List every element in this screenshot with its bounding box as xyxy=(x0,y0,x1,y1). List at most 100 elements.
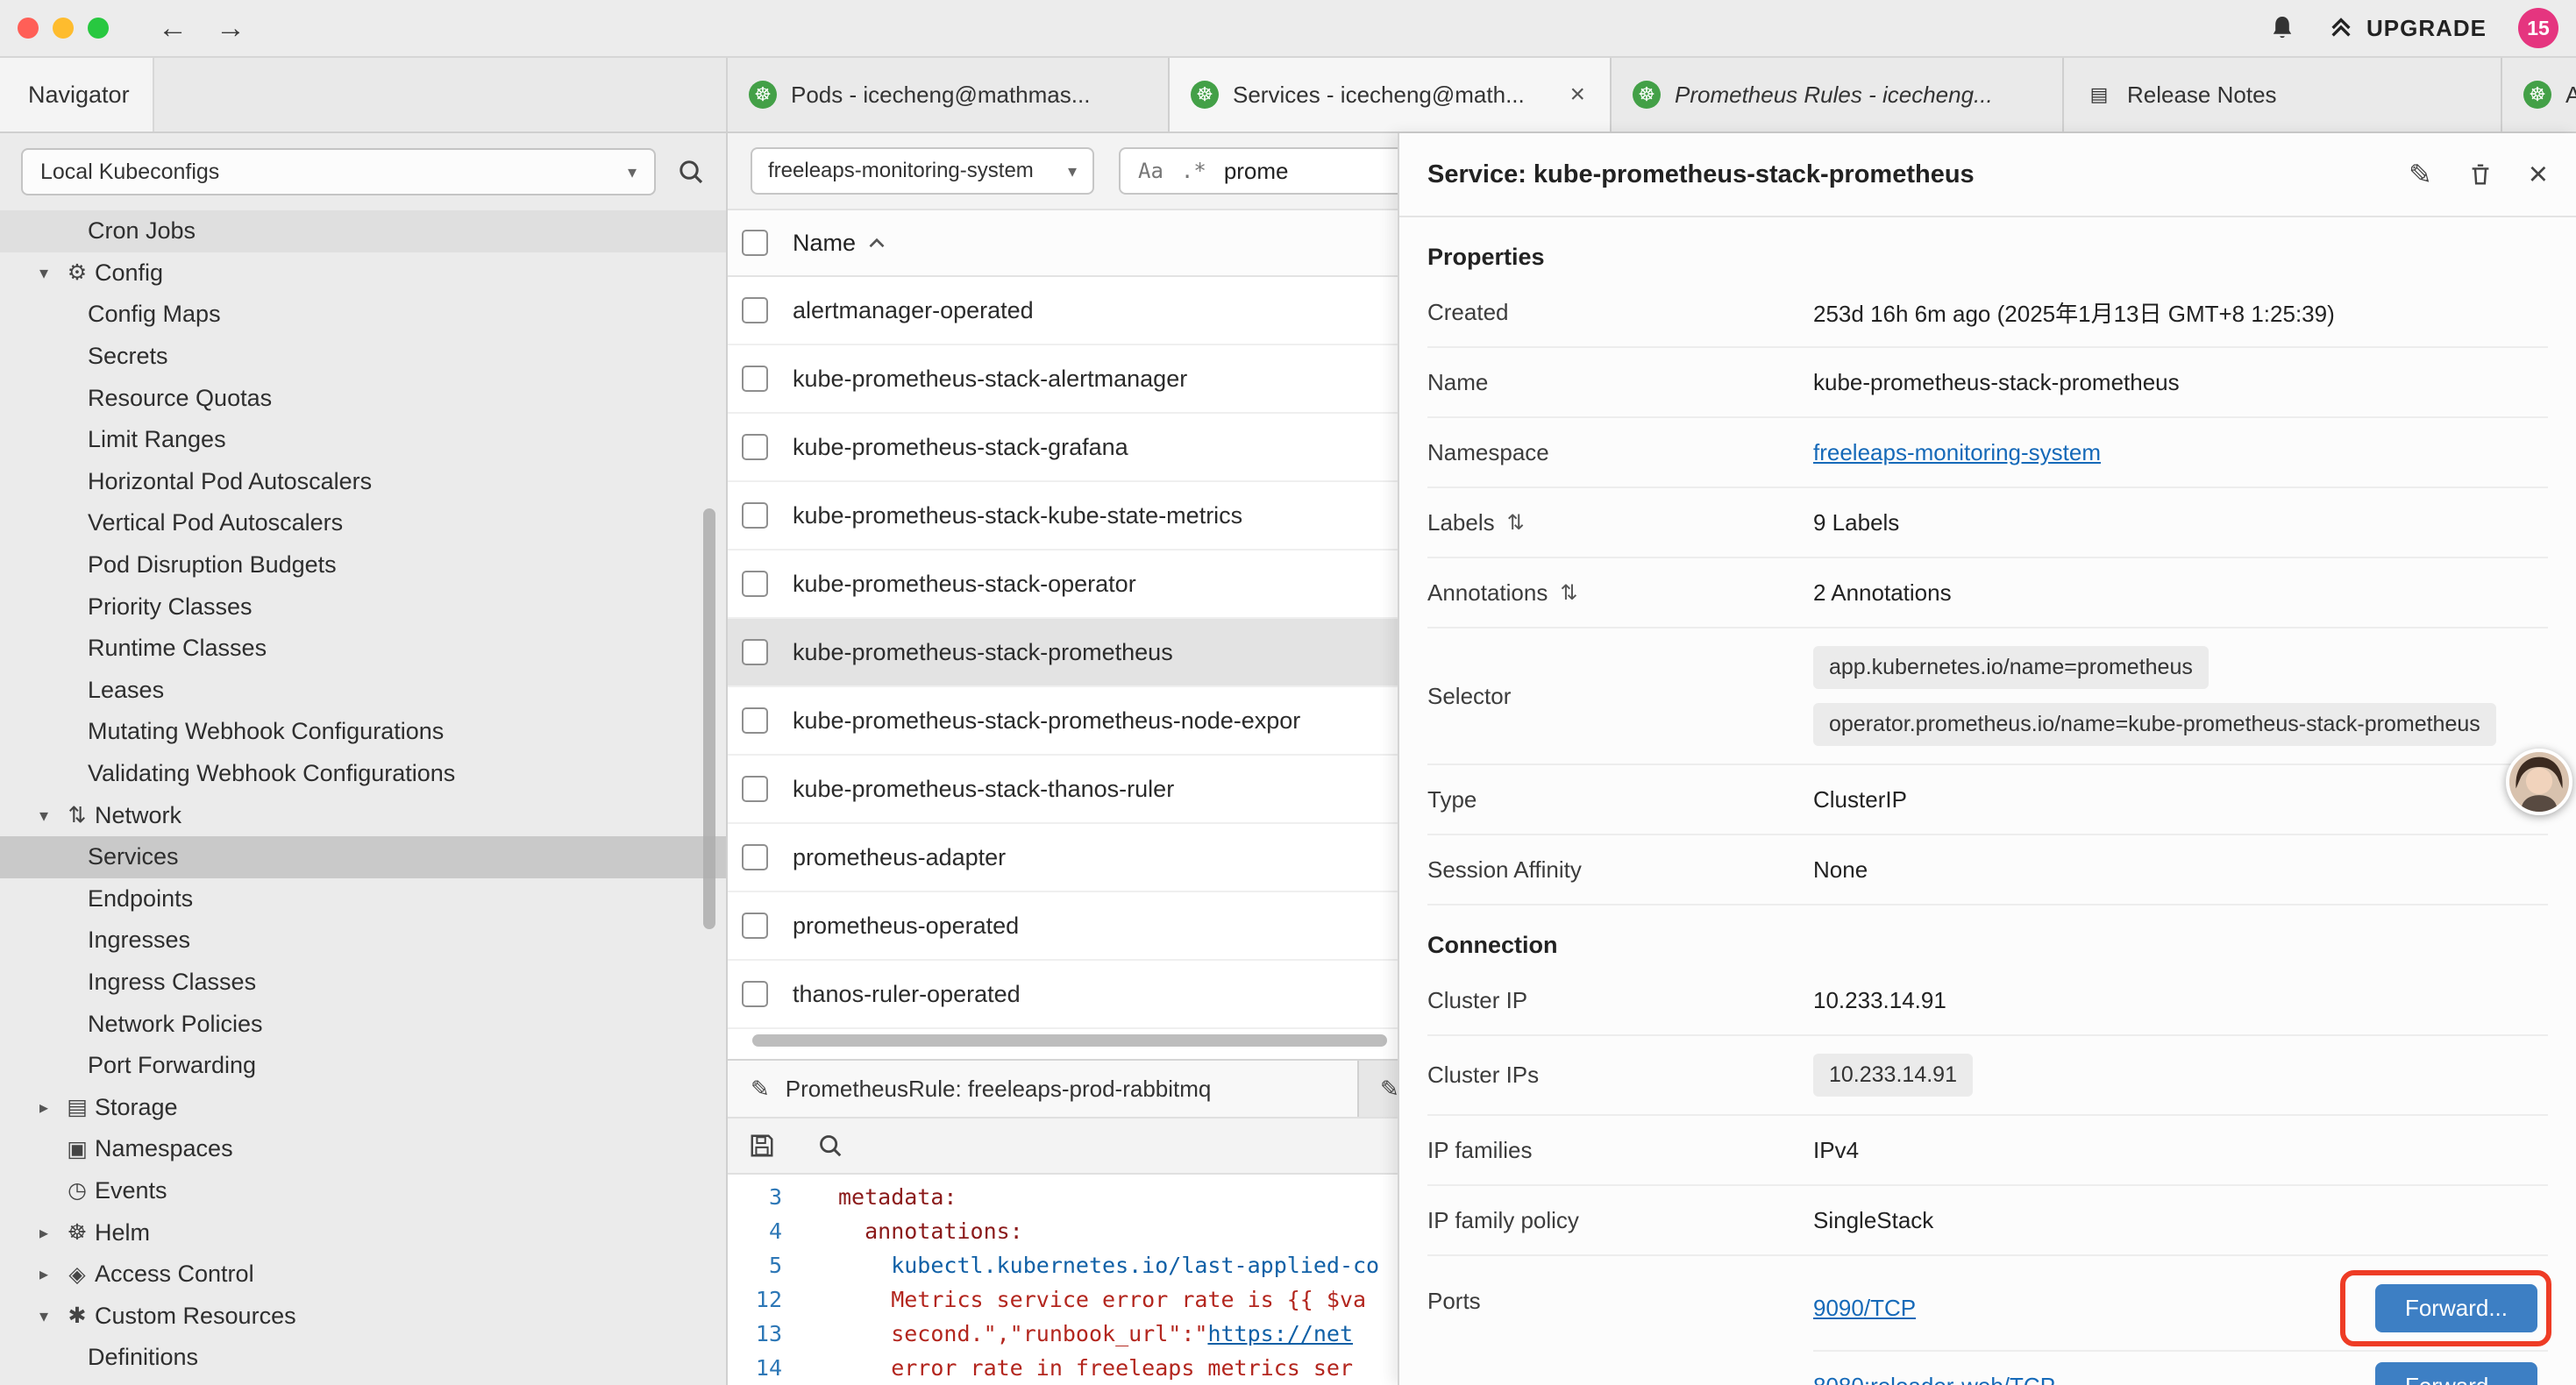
port-link[interactable]: 8080:reloader-web/TCP xyxy=(1813,1373,2055,1385)
row-checkbox[interactable] xyxy=(742,707,768,734)
tab-argo-s[interactable]: ☸ Argo S × xyxy=(2502,58,2576,131)
port-forward-button[interactable]: Forward... xyxy=(2375,1362,2537,1385)
port-row: 8080:reloader-web/TCP Forward... xyxy=(1813,1352,2548,1385)
labels-count: 9 Labels xyxy=(1813,509,2548,536)
sidebar-item-secrets[interactable]: Secrets xyxy=(0,336,726,378)
sidebar-item-label: Definitions xyxy=(88,1344,198,1371)
kubeconfig-select-value: Local Kubeconfigs xyxy=(40,160,219,185)
sidebar-item-config[interactable]: ▾ ⚙ Config xyxy=(0,252,726,295)
chevron-down-icon: ▾ xyxy=(628,161,637,183)
forward-button[interactable]: → xyxy=(216,11,246,46)
sidebar-item-events[interactable]: ◷ Events xyxy=(0,1170,726,1212)
close-window-button[interactable] xyxy=(18,18,39,39)
sidebar-item-ingresses[interactable]: Ingresses xyxy=(0,920,726,962)
row-checkbox[interactable] xyxy=(742,776,768,802)
sidebar-item-horizontal-pod-autoscalers[interactable]: Horizontal Pod Autoscalers xyxy=(0,461,726,503)
sidebar-item-label: Custom Resources xyxy=(95,1303,296,1330)
back-button[interactable]: ← xyxy=(158,11,188,46)
expand-toggle-icon[interactable]: ⇅ xyxy=(1507,510,1525,536)
service-details-panel: Service: kube-prometheus-stack-prometheu… xyxy=(1398,133,2576,1385)
port-forward-button[interactable]: Forward... xyxy=(2375,1284,2537,1332)
delete-trash-icon[interactable] xyxy=(2467,160,2494,188)
sidebar-scrollbar[interactable] xyxy=(703,508,715,929)
sidebar-item-network-policies[interactable]: Network Policies xyxy=(0,1003,726,1045)
edit-pencil-icon: ✎ xyxy=(1380,1076,1399,1103)
traffic-lights xyxy=(18,18,109,39)
sidebar-item-definitions[interactable]: Definitions xyxy=(0,1337,726,1379)
sidebar-item-storage[interactable]: ▸ ▤ Storage xyxy=(0,1086,726,1128)
match-case-toggle[interactable]: Aa xyxy=(1138,159,1163,183)
sidebar-item-runtime-classes[interactable]: Runtime Classes xyxy=(0,628,726,670)
namespace-link[interactable]: freeleaps-monitoring-system xyxy=(1813,439,2101,465)
sidebar-item-cron-jobs[interactable]: Cron Jobs xyxy=(0,210,726,252)
service-name: kube-prometheus-stack-operator xyxy=(793,571,1136,598)
close-panel-icon[interactable]: × xyxy=(2529,156,2548,194)
sidebar-item-network[interactable]: ▾ ⇅ Network xyxy=(0,794,726,836)
sort-ascending-icon xyxy=(868,237,886,249)
sidebar-item-label: Events xyxy=(95,1177,167,1204)
sidebar-item-namespaces[interactable]: ▣ Namespaces xyxy=(0,1128,726,1170)
sidebar-item-endpoints[interactable]: Endpoints xyxy=(0,878,726,920)
tab-pods-icecheng-mathmas[interactable]: ☸ Pods - icecheng@mathmas... × xyxy=(728,58,1170,131)
maximize-window-button[interactable] xyxy=(88,18,109,39)
chevron-icon: ▸ xyxy=(28,1263,60,1285)
sidebar-item-mutating-webhook-configurations[interactable]: Mutating Webhook Configurations xyxy=(0,711,726,753)
port-link[interactable]: 9090/TCP xyxy=(1813,1295,1916,1322)
row-checkbox[interactable] xyxy=(742,981,768,1007)
row-checkbox[interactable] xyxy=(742,639,768,665)
expand-toggle-icon[interactable]: ⇅ xyxy=(1560,580,1577,606)
tab-services-icecheng-math[interactable]: ☸ Services - icecheng@math... × xyxy=(1170,58,1612,131)
sidebar-item-helm[interactable]: ▸ ☸ Helm xyxy=(0,1211,726,1254)
tab-release-notes[interactable]: ▤ Release Notes × xyxy=(2064,58,2502,131)
notification-count-badge[interactable]: 15 xyxy=(2518,8,2558,48)
row-checkbox[interactable] xyxy=(742,502,768,529)
namespace-select[interactable]: freeleaps-monitoring-system ▾ xyxy=(751,147,1094,195)
bell-icon[interactable] xyxy=(2268,14,2296,42)
close-tab-icon[interactable]: × xyxy=(1566,80,1589,110)
property-value: kube-prometheus-stack-prometheus xyxy=(1813,369,2548,396)
property-row-namespace: Namespace freeleaps-monitoring-system xyxy=(1427,418,2548,488)
sidebar-item-limit-ranges[interactable]: Limit Ranges xyxy=(0,419,726,461)
editor-search-icon[interactable] xyxy=(817,1133,843,1159)
chevron-down-icon: ▾ xyxy=(1068,160,1077,182)
row-checkbox[interactable] xyxy=(742,844,768,870)
sidebar-item-leases[interactable]: Leases xyxy=(0,670,726,712)
sidebar-item-vertical-pod-autoscalers[interactable]: Vertical Pod Autoscalers xyxy=(0,502,726,544)
dock-tab-prometheusrule[interactable]: ✎ PrometheusRule: freeleaps-prod-rabbitm… xyxy=(728,1061,1359,1117)
sidebar-item-label: Secrets xyxy=(88,343,168,370)
sidebar-item-validating-webhook-configurations[interactable]: Validating Webhook Configurations xyxy=(0,753,726,795)
sidebar-item-priority-classes[interactable]: Priority Classes xyxy=(0,586,726,628)
select-all-checkbox[interactable] xyxy=(742,230,768,256)
sidebar-item-services[interactable]: Services xyxy=(0,836,726,878)
kubeconfig-select[interactable]: Local Kubeconfigs ▾ xyxy=(21,148,656,195)
name-column-header[interactable]: Name xyxy=(793,230,886,257)
sidebar-search-icon[interactable] xyxy=(677,158,705,186)
sidebar-item-port-forwarding[interactable]: Port Forwarding xyxy=(0,1045,726,1087)
tab-prometheus-rules-icecheng[interactable]: ☸ Prometheus Rules - icecheng... × xyxy=(1612,58,2064,131)
sidebar-item-resource-quotas[interactable]: Resource Quotas xyxy=(0,377,726,419)
row-checkbox[interactable] xyxy=(742,434,768,460)
sidebar-item-ingress-classes[interactable]: Ingress Classes xyxy=(0,962,726,1004)
sidebar-item-label: Storage xyxy=(95,1094,178,1121)
sidebar-item-pod-disruption-budgets[interactable]: Pod Disruption Budgets xyxy=(0,544,726,586)
chevron-icon: ▾ xyxy=(28,805,60,827)
save-icon[interactable] xyxy=(749,1133,775,1159)
edit-pencil-icon[interactable]: ✎ xyxy=(2409,158,2432,191)
horizontal-scrollbar[interactable] xyxy=(752,1034,1387,1047)
upgrade-button[interactable]: UPGRADE xyxy=(2328,15,2487,42)
row-checkbox[interactable] xyxy=(742,366,768,392)
sidebar-item-custom-resources[interactable]: ▾ ✱ Custom Resources xyxy=(0,1295,726,1337)
row-checkbox[interactable] xyxy=(742,913,768,939)
document-icon: ▤ xyxy=(2085,81,2113,109)
navigator-tab[interactable]: Navigator xyxy=(0,58,154,131)
user-avatar[interactable] xyxy=(2506,749,2572,815)
property-row-ip-family-policy: IP family policy SingleStack xyxy=(1427,1186,2548,1256)
sidebar-item-access-control[interactable]: ▸ ◈ Access Control xyxy=(0,1254,726,1296)
row-checkbox[interactable] xyxy=(742,571,768,597)
regex-toggle[interactable]: .* xyxy=(1181,159,1206,183)
details-header: Service: kube-prometheus-stack-prometheu… xyxy=(1399,133,2576,217)
kubernetes-icon: ☸ xyxy=(2523,81,2551,109)
minimize-window-button[interactable] xyxy=(53,18,74,39)
sidebar-item-config-maps[interactable]: Config Maps xyxy=(0,294,726,336)
row-checkbox[interactable] xyxy=(742,297,768,323)
